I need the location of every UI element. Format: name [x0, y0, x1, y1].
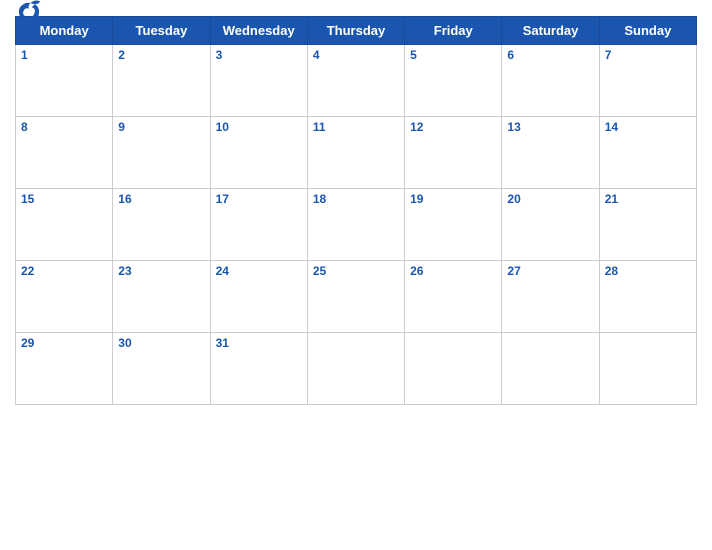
day-number: 27	[507, 264, 593, 278]
calendar-day-cell: 21	[599, 189, 696, 261]
day-number: 7	[605, 48, 691, 62]
calendar-week-row: 22 23 24 25 26 27 28	[16, 261, 697, 333]
day-number: 21	[605, 192, 691, 206]
weekday-header-row: Monday Tuesday Wednesday Thursday Friday…	[16, 17, 697, 45]
col-wednesday: Wednesday	[210, 17, 307, 45]
day-number: 30	[118, 336, 204, 350]
calendar-day-cell	[307, 333, 404, 405]
day-number: 16	[118, 192, 204, 206]
day-number: 13	[507, 120, 593, 134]
day-number: 3	[216, 48, 302, 62]
calendar-day-cell: 2	[113, 45, 210, 117]
calendar-wrapper: Monday Tuesday Wednesday Thursday Friday…	[0, 0, 712, 550]
calendar-day-cell: 9	[113, 117, 210, 189]
logo-icon	[15, 0, 43, 24]
calendar-day-cell: 31	[210, 333, 307, 405]
col-tuesday: Tuesday	[113, 17, 210, 45]
calendar-day-cell: 16	[113, 189, 210, 261]
logo	[15, 0, 47, 24]
calendar-day-cell: 7	[599, 45, 696, 117]
calendar-day-cell: 15	[16, 189, 113, 261]
day-number: 8	[21, 120, 107, 134]
calendar-day-cell: 6	[502, 45, 599, 117]
calendar-day-cell: 3	[210, 45, 307, 117]
calendar-day-cell: 1	[16, 45, 113, 117]
calendar-day-cell: 24	[210, 261, 307, 333]
calendar-body: 1234567891011121314151617181920212223242…	[16, 45, 697, 405]
calendar-day-cell: 14	[599, 117, 696, 189]
calendar-thead: Monday Tuesday Wednesday Thursday Friday…	[16, 17, 697, 45]
calendar-day-cell: 10	[210, 117, 307, 189]
day-number: 18	[313, 192, 399, 206]
day-number: 12	[410, 120, 496, 134]
calendar-day-cell: 5	[405, 45, 502, 117]
calendar-day-cell: 28	[599, 261, 696, 333]
calendar-day-cell: 26	[405, 261, 502, 333]
calendar-day-cell	[405, 333, 502, 405]
calendar-day-cell: 13	[502, 117, 599, 189]
col-saturday: Saturday	[502, 17, 599, 45]
day-number: 29	[21, 336, 107, 350]
day-number: 25	[313, 264, 399, 278]
col-sunday: Sunday	[599, 17, 696, 45]
day-number: 15	[21, 192, 107, 206]
day-number: 2	[118, 48, 204, 62]
calendar-day-cell: 19	[405, 189, 502, 261]
day-number: 4	[313, 48, 399, 62]
calendar-day-cell: 17	[210, 189, 307, 261]
calendar-day-cell: 30	[113, 333, 210, 405]
col-thursday: Thursday	[307, 17, 404, 45]
day-number: 22	[21, 264, 107, 278]
day-number: 9	[118, 120, 204, 134]
calendar-day-cell: 23	[113, 261, 210, 333]
calendar-day-cell: 18	[307, 189, 404, 261]
day-number: 6	[507, 48, 593, 62]
day-number: 11	[313, 120, 399, 134]
day-number: 10	[216, 120, 302, 134]
calendar-day-cell: 22	[16, 261, 113, 333]
calendar-day-cell: 27	[502, 261, 599, 333]
day-number: 19	[410, 192, 496, 206]
calendar-day-cell: 8	[16, 117, 113, 189]
calendar-week-row: 1234567	[16, 45, 697, 117]
calendar-day-cell	[502, 333, 599, 405]
calendar-day-cell: 29	[16, 333, 113, 405]
calendar-week-row: 15 16 17 18 19 20 21	[16, 189, 697, 261]
calendar-day-cell: 11	[307, 117, 404, 189]
day-number: 5	[410, 48, 496, 62]
day-number: 31	[216, 336, 302, 350]
calendar-day-cell: 25	[307, 261, 404, 333]
col-friday: Friday	[405, 17, 502, 45]
day-number: 1	[21, 48, 107, 62]
day-number: 20	[507, 192, 593, 206]
calendar-table: Monday Tuesday Wednesday Thursday Friday…	[15, 16, 697, 405]
calendar-week-row: 29 30 31	[16, 333, 697, 405]
calendar-day-cell: 12	[405, 117, 502, 189]
calendar-day-cell	[599, 333, 696, 405]
day-number: 28	[605, 264, 691, 278]
day-number: 14	[605, 120, 691, 134]
calendar-day-cell: 4	[307, 45, 404, 117]
day-number: 17	[216, 192, 302, 206]
day-number: 23	[118, 264, 204, 278]
day-number: 24	[216, 264, 302, 278]
calendar-day-cell: 20	[502, 189, 599, 261]
calendar-week-row: 89 10 11 12 13 14	[16, 117, 697, 189]
day-number: 26	[410, 264, 496, 278]
